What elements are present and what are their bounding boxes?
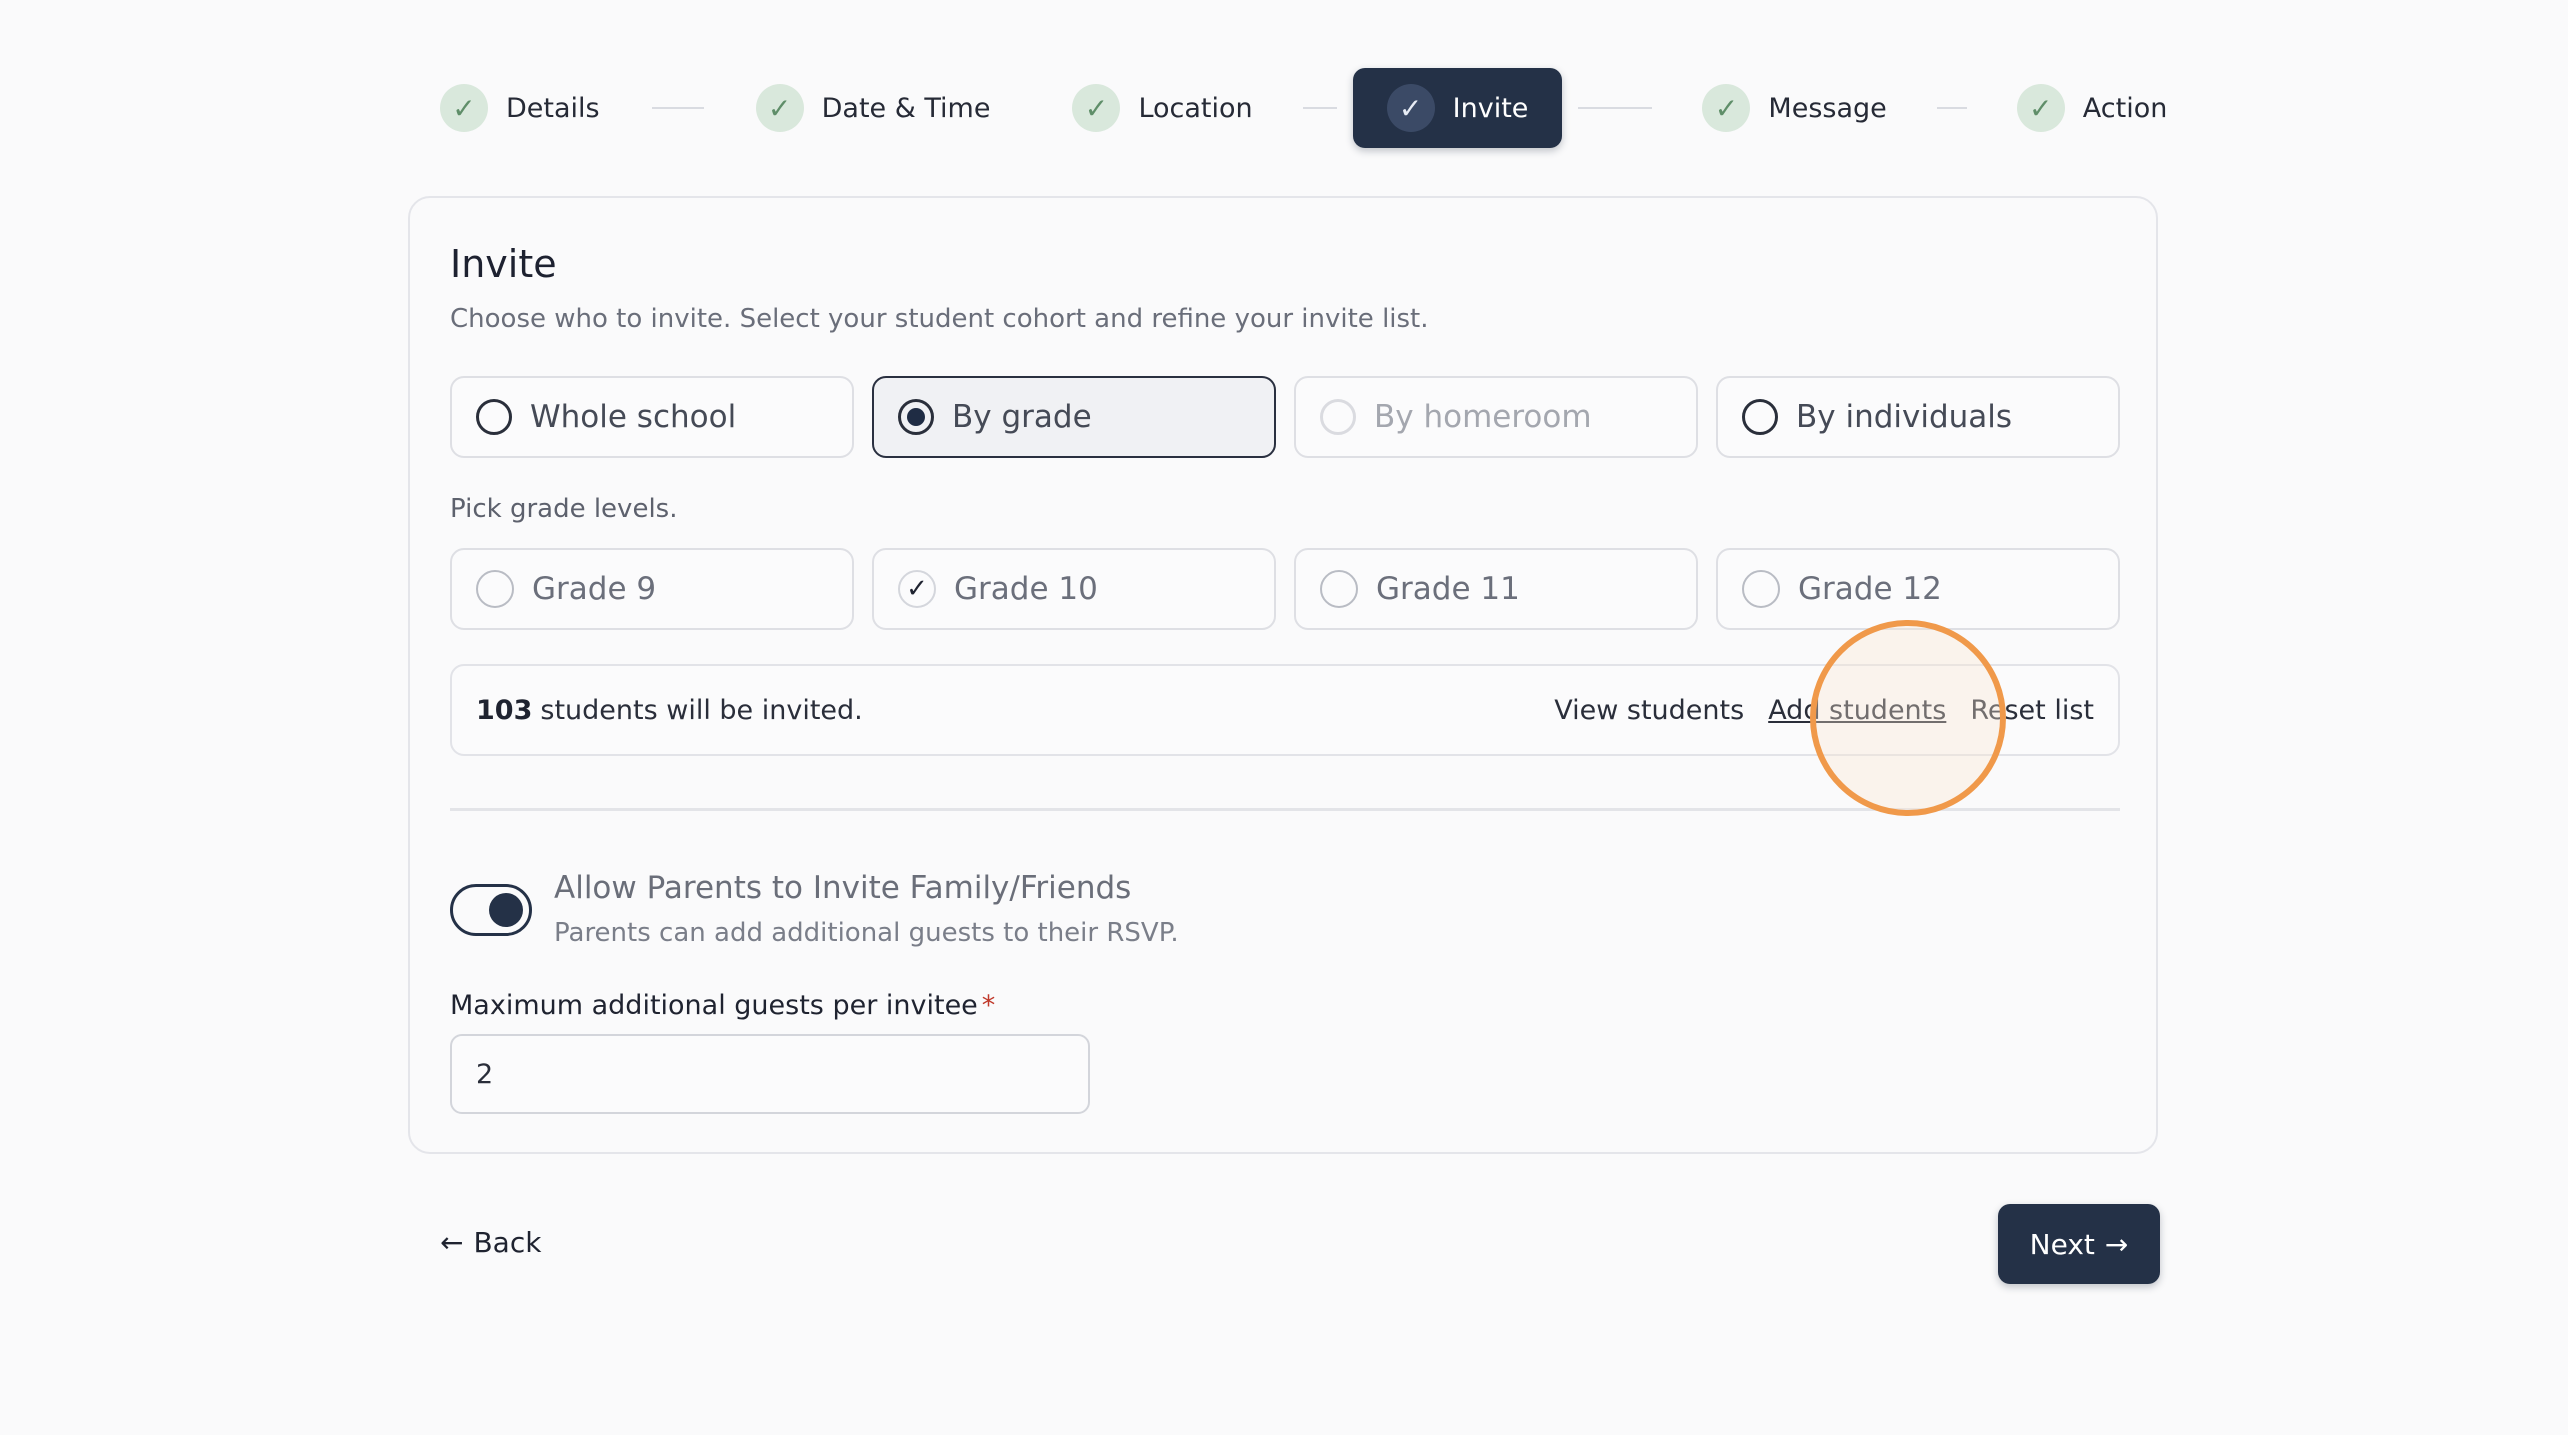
- option-label: By homeroom: [1374, 399, 1592, 435]
- checkmark-icon: ✓: [898, 570, 936, 608]
- check-icon: ✓: [1386, 84, 1435, 132]
- option-label: By grade: [952, 399, 1092, 435]
- event-wizard-page: ✓ Details ✓ Date & Time ✓ Location ✓ Inv…: [0, 0, 2568, 1435]
- option-label: Whole school: [530, 399, 737, 435]
- radio-checked-icon: [898, 399, 934, 435]
- grade-options: Grade 9 ✓ Grade 10 Grade 11 Grade 12: [450, 548, 2120, 630]
- step-label: Location: [1138, 92, 1253, 124]
- check-icon: ✓: [2016, 84, 2065, 132]
- step-message[interactable]: ✓ Message: [1702, 68, 1887, 148]
- check-icon: ✓: [440, 84, 488, 132]
- next-button[interactable]: Next →: [1998, 1204, 2160, 1284]
- back-button[interactable]: ← Back: [440, 1226, 541, 1259]
- wizard-stepper: ✓ Details ✓ Date & Time ✓ Location ✓ Inv…: [440, 68, 2167, 148]
- step-invite[interactable]: ✓ Invite: [1352, 68, 1563, 148]
- option-by-homeroom: By homeroom: [1294, 376, 1698, 458]
- summary-actions: View students Add students Reset list: [1554, 695, 2094, 726]
- option-label: By individuals: [1796, 399, 2013, 435]
- step-connector: [1302, 107, 1337, 109]
- grade-label: Grade 10: [954, 571, 1098, 607]
- toggle-knob: [489, 893, 523, 927]
- section-divider: [450, 808, 2120, 811]
- grade-12-checkbox[interactable]: Grade 12: [1716, 548, 2120, 630]
- grade-label: Grade 9: [532, 571, 657, 607]
- card-subtitle: Choose who to invite. Select your studen…: [450, 304, 1429, 334]
- step-label: Invite: [1452, 92, 1529, 124]
- step-action[interactable]: ✓ Action: [2016, 68, 2168, 148]
- grade-10-checkbox[interactable]: ✓ Grade 10: [872, 548, 1276, 630]
- step-date-time[interactable]: ✓ Date & Time: [755, 68, 991, 148]
- toggle-description: Parents can add additional guests to the…: [554, 918, 1179, 948]
- add-students-link[interactable]: Add students: [1768, 695, 1946, 726]
- allow-guests-toggle[interactable]: [450, 884, 532, 936]
- check-icon: ✓: [1702, 84, 1751, 132]
- grade-label: Grade 12: [1798, 571, 1942, 607]
- step-connector: [1578, 107, 1653, 109]
- toggle-title: Allow Parents to Invite Family/Friends: [554, 870, 1132, 906]
- step-connector: [651, 107, 704, 109]
- radio-icon: [476, 399, 512, 435]
- step-connector: [1936, 107, 1967, 109]
- check-icon: ✓: [1072, 84, 1121, 132]
- view-students-link[interactable]: View students: [1554, 695, 1744, 726]
- invite-card: Invite Choose who to invite. Select your…: [408, 196, 2158, 1154]
- step-details[interactable]: ✓ Details: [440, 68, 600, 148]
- audience-options: Whole school By grade By homeroom By ind…: [450, 376, 2120, 458]
- step-location[interactable]: ✓ Location: [1072, 68, 1253, 148]
- grade-11-checkbox[interactable]: Grade 11: [1294, 548, 1698, 630]
- max-guests-label-text: Maximum additional guests per invitee: [450, 990, 978, 1021]
- invite-count: 103: [476, 694, 533, 726]
- step-label: Date & Time: [821, 92, 991, 124]
- arrow-right-icon: →: [2104, 1227, 2129, 1261]
- max-guests-input[interactable]: [450, 1034, 1090, 1114]
- option-by-grade[interactable]: By grade: [872, 376, 1276, 458]
- option-whole-school[interactable]: Whole school: [450, 376, 854, 458]
- max-guests-label: Maximum additional guests per invitee *: [450, 990, 995, 1021]
- step-label: Message: [1768, 92, 1887, 124]
- unchecked-circle-icon: [476, 570, 514, 608]
- next-label: Next: [2029, 1227, 2095, 1261]
- card-title: Invite: [450, 242, 557, 286]
- reset-list-link[interactable]: Reset list: [1970, 695, 2094, 726]
- required-marker: *: [981, 990, 996, 1021]
- invite-summary-bar: 103 students will be invited. View stude…: [450, 664, 2120, 756]
- check-icon: ✓: [755, 84, 804, 132]
- invite-count-text: students will be invited.: [540, 694, 863, 726]
- grade-label: Grade 11: [1376, 571, 1520, 607]
- grade-prompt: Pick grade levels.: [450, 494, 678, 524]
- back-label: Back: [473, 1226, 542, 1259]
- radio-icon: [1742, 399, 1778, 435]
- unchecked-circle-icon: [1320, 570, 1358, 608]
- unchecked-circle-icon: [1742, 570, 1780, 608]
- step-label: Details: [506, 92, 600, 124]
- grade-9-checkbox[interactable]: Grade 9: [450, 548, 854, 630]
- radio-icon: [1320, 399, 1356, 435]
- step-label: Action: [2082, 92, 2168, 124]
- option-by-individuals[interactable]: By individuals: [1716, 376, 2120, 458]
- arrow-left-icon: ←: [440, 1226, 464, 1259]
